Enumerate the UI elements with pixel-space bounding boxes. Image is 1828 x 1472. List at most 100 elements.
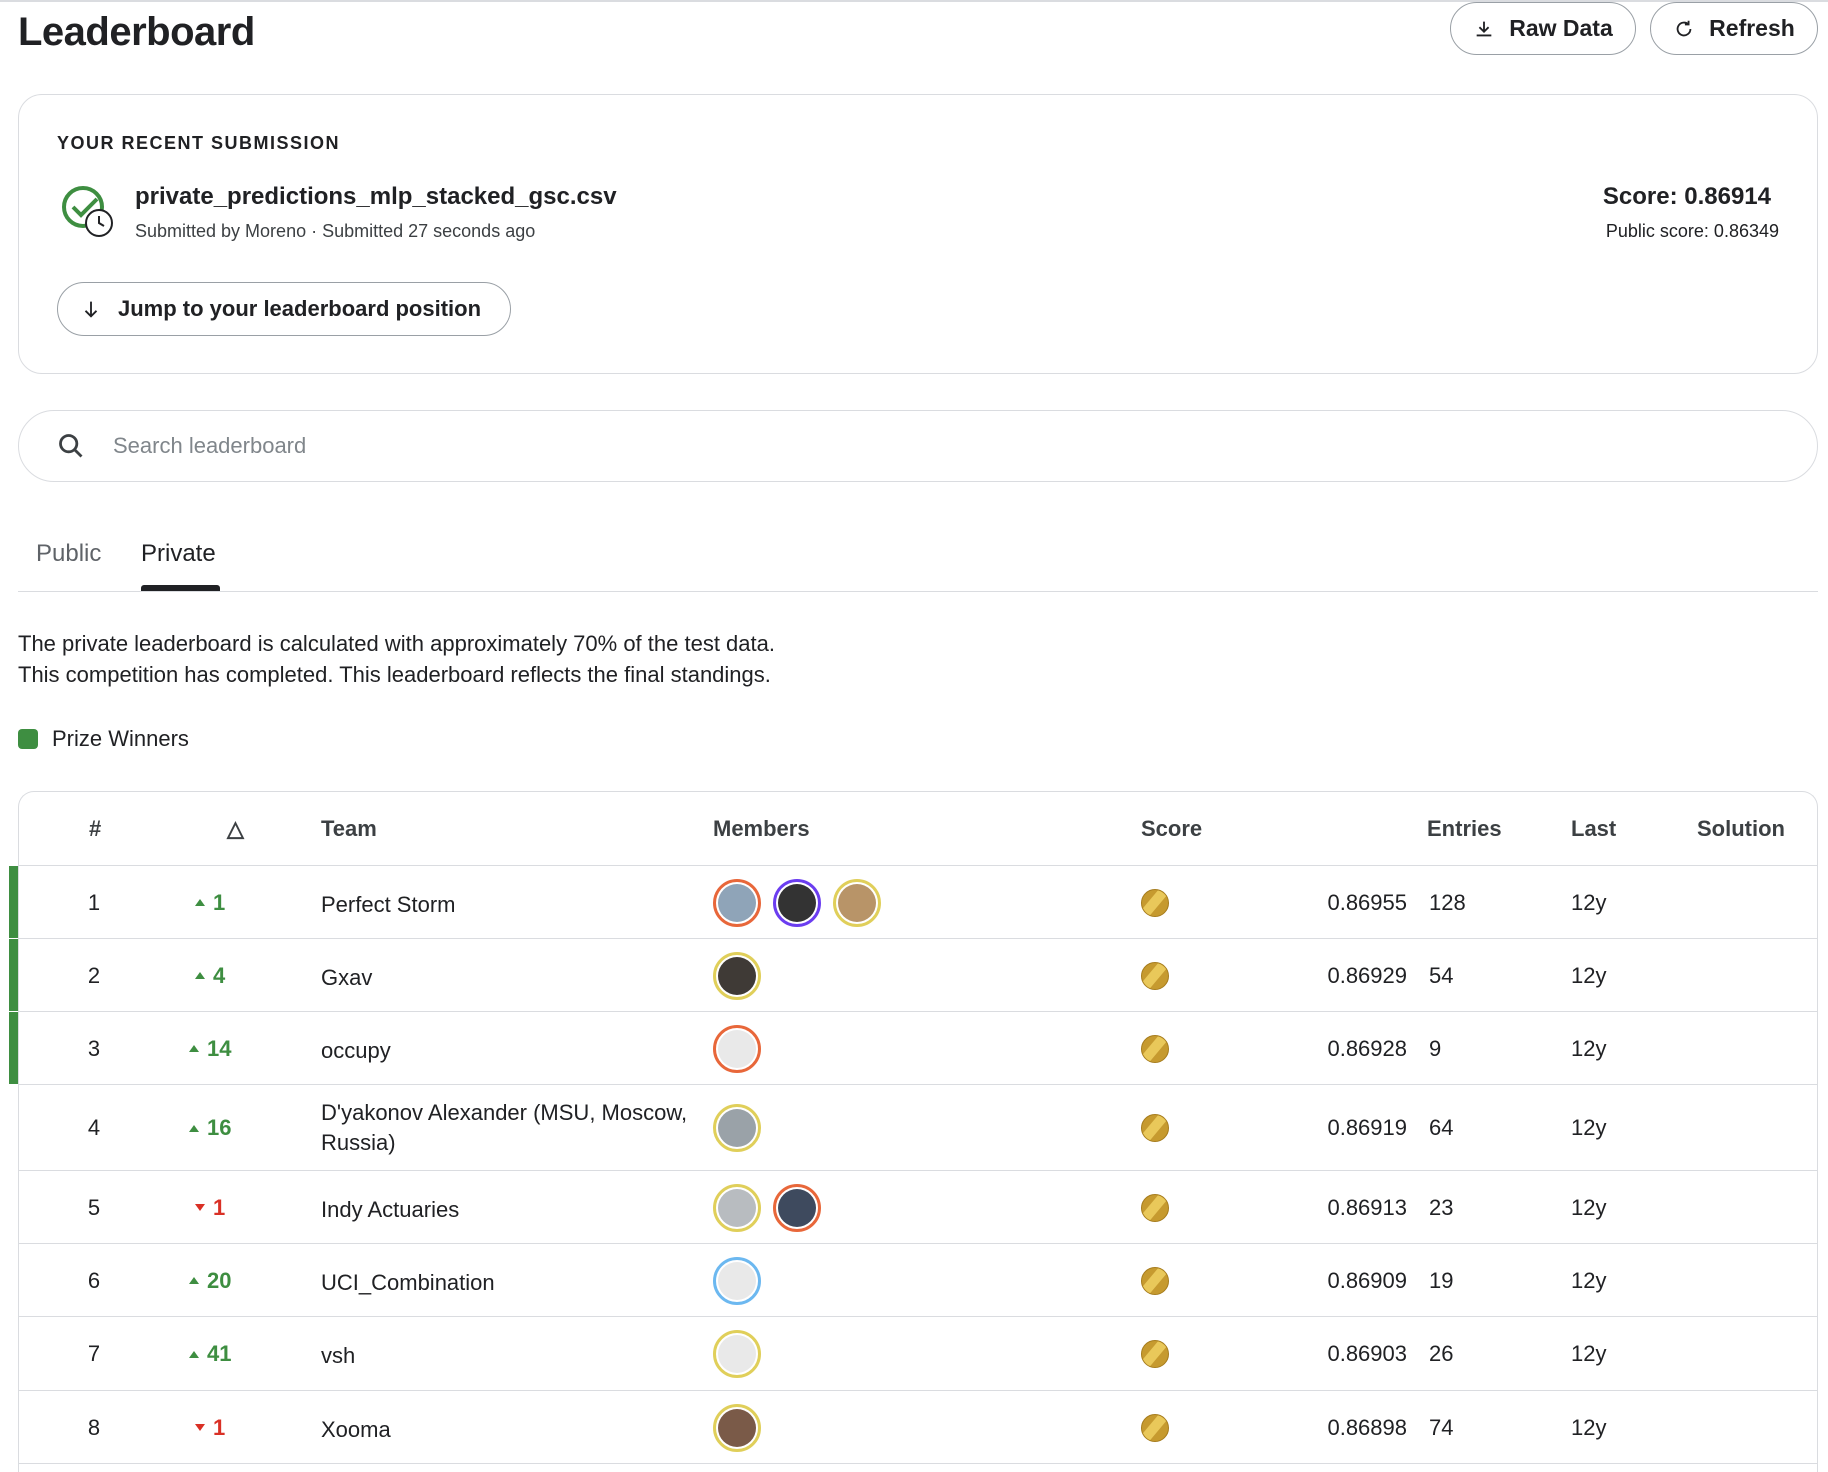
score-cell: 0.86928 (1327, 1035, 1407, 1061)
avatar[interactable] (713, 878, 761, 927)
jump-label: Jump to your leaderboard position (118, 296, 482, 321)
header-team[interactable]: Team (321, 816, 377, 842)
team-name[interactable]: vsh (321, 1341, 691, 1371)
table-row: 4 16 D'yakonov Alexander (MSU, Moscow, Rus… (19, 1085, 1817, 1171)
team-members (713, 1403, 761, 1452)
rank-change-value: 1 (213, 889, 226, 915)
page-title: Leaderboard (18, 10, 255, 54)
table-header: # △ Team Members Score Entries Last Solu… (19, 792, 1817, 866)
submission-heading: YOUR RECENT SUBMISSION (57, 133, 341, 153)
prize-winner-indicator (9, 1012, 18, 1084)
score-cell: 0.86903 (1327, 1341, 1407, 1366)
last-submission-cell: 12y (1571, 962, 1607, 988)
rank-change: 1 (195, 1415, 225, 1441)
avatar[interactable] (713, 1256, 761, 1305)
entries-cell: 23 (1429, 1194, 1454, 1220)
team-name[interactable]: Indy Actuaries (321, 1195, 691, 1225)
recent-submission-card: YOUR RECENT SUBMISSION private_predictio… (18, 94, 1818, 374)
header-rank[interactable]: # (89, 816, 101, 842)
header-entries[interactable]: Entries (1427, 816, 1502, 842)
score-cell: 0.86913 (1327, 1194, 1407, 1220)
rank-cell: 1 (87, 889, 101, 915)
avatar-image (838, 883, 876, 922)
avatar[interactable] (833, 878, 881, 927)
rank-change-value: 41 (207, 1341, 232, 1366)
header-score[interactable]: Score (1141, 816, 1202, 842)
arrow-down-icon (195, 1204, 205, 1211)
gold-medal-icon (1141, 961, 1169, 990)
prize-swatch (18, 729, 38, 749)
last-submission-cell: 12y (1571, 1035, 1607, 1061)
gold-medal-icon (1141, 1266, 1169, 1295)
submission-public-score: Public score: 0.86349 (1605, 221, 1779, 241)
search-input[interactable] (113, 433, 1613, 459)
rank-change: 20 (189, 1268, 231, 1294)
last-submission-cell: 12y (1571, 1115, 1607, 1140)
avatar-image (718, 1408, 756, 1447)
raw-data-label: Raw Data (1509, 15, 1613, 41)
entries-cell: 19 (1429, 1267, 1454, 1293)
header-members: Members (713, 816, 810, 841)
team-members (713, 1256, 761, 1305)
rank-change: 1 (195, 1195, 225, 1221)
avatar[interactable] (713, 1403, 761, 1452)
team-name[interactable]: D'yakonov Alexander (MSU, Moscow, Russia… (321, 1098, 691, 1158)
avatar-image (718, 956, 756, 995)
tab-public[interactable]: Public (36, 540, 101, 568)
active-tab-indicator (141, 585, 220, 591)
avatar[interactable] (773, 878, 821, 927)
rank-change-value: 1 (213, 1194, 226, 1220)
entries-cell: 128 (1429, 889, 1466, 915)
submission-score: Score: 0.86914 (1602, 183, 1771, 210)
team-members (713, 1024, 761, 1073)
avatar-image (718, 1188, 756, 1227)
header-delta[interactable]: △ (227, 816, 244, 842)
description-line-2: This competition has completed. This lea… (18, 662, 771, 687)
raw-data-button[interactable]: Raw Data (1450, 2, 1636, 55)
last-submission-cell: 12y (1571, 1414, 1607, 1440)
rank-cell: 7 (87, 1341, 101, 1366)
description-line-1: The private leaderboard is calculated wi… (18, 631, 775, 656)
team-name[interactable]: Gxav (321, 963, 691, 993)
rank-cell: 2 (87, 962, 101, 988)
score-cell: 0.86919 (1327, 1115, 1407, 1140)
avatar[interactable] (713, 1104, 761, 1152)
gold-medal-icon (1141, 888, 1169, 917)
team-members (713, 1104, 761, 1152)
table-row: 8 1 Xooma 0.86898 74 12y (19, 1391, 1817, 1464)
jump-to-position-button[interactable]: Jump to your leaderboard position (57, 282, 511, 336)
arrow-up-icon (195, 899, 205, 906)
prize-winner-indicator (9, 939, 18, 1011)
header-solution: Solution (1697, 816, 1785, 841)
team-name[interactable]: occupy (321, 1036, 691, 1066)
avatar[interactable] (713, 1024, 761, 1073)
team-name[interactable]: Xooma (321, 1415, 691, 1445)
refresh-button[interactable]: Refresh (1650, 2, 1818, 55)
arrow-down-icon (195, 1424, 205, 1431)
team-name[interactable]: UCI_Combination (321, 1268, 691, 1298)
refresh-icon (1676, 20, 1692, 36)
leaderboard-search[interactable] (18, 410, 1818, 482)
avatar[interactable] (713, 1330, 761, 1378)
submission-complete-icon (62, 186, 113, 237)
team-members (713, 878, 881, 927)
team-name[interactable]: Perfect Storm (321, 890, 691, 920)
avatar[interactable] (773, 1183, 821, 1232)
rank-change-value: 14 (207, 1035, 232, 1061)
prize-winners-legend: Prize Winners (18, 726, 189, 752)
refresh-label: Refresh (1709, 15, 1795, 41)
rank-change-value: 1 (213, 1414, 226, 1440)
avatar[interactable] (713, 951, 761, 1000)
prize-legend-label: Prize Winners (52, 726, 189, 751)
tab-private[interactable]: Private (141, 540, 216, 568)
header-last[interactable]: Last (1571, 816, 1616, 842)
search-icon (59, 434, 83, 458)
rank-cell: 4 (87, 1115, 101, 1140)
leaderboard-description: The private leaderboard is calculated wi… (18, 628, 775, 690)
team-members (713, 1330, 761, 1378)
rank-change: 14 (189, 1036, 231, 1062)
gold-medal-icon (1141, 1034, 1169, 1063)
table-row: 7 41 vsh 0.86903 26 12y (19, 1317, 1817, 1391)
avatar[interactable] (713, 1183, 761, 1232)
arrow-up-icon (189, 1124, 199, 1132)
